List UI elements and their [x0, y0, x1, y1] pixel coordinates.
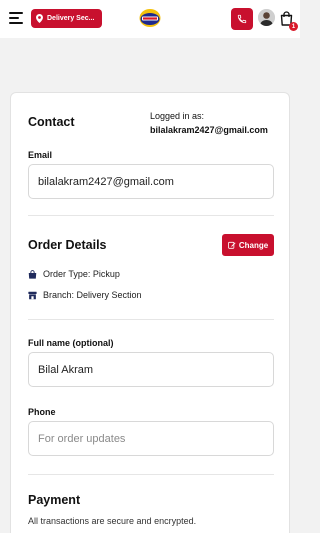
location-label: Delivery Sec... — [47, 15, 95, 22]
change-button-label: Change — [238, 240, 269, 250]
branch-row: Branch: Delivery Section — [28, 290, 142, 300]
cart-count-badge: 1 — [289, 22, 298, 31]
divider — [28, 474, 274, 475]
logged-in-email: bilalakram2427@gmail.com — [150, 125, 268, 135]
contact-title: Contact — [28, 115, 75, 129]
avatar[interactable] — [258, 9, 275, 26]
logged-in-info: Logged in as: bilalakram2427@gmail.com — [150, 109, 268, 137]
phone-label: Phone — [28, 407, 56, 417]
edit-icon — [227, 241, 236, 249]
email-field[interactable] — [28, 164, 274, 199]
logged-in-label: Logged in as: — [150, 111, 205, 121]
change-button[interactable]: Change — [222, 234, 274, 256]
payment-subtitle: All transactions are secure and encrypte… — [28, 516, 197, 526]
fullname-field[interactable] — [28, 352, 274, 387]
email-label: Email — [28, 150, 53, 160]
checkout-card: Contact Logged in as: bilalakram2427@gma… — [10, 92, 290, 533]
shopping-bag-icon — [28, 269, 37, 279]
divider — [28, 319, 274, 320]
fullname-label: Full name (optional) — [28, 338, 114, 348]
phone-icon — [237, 14, 247, 24]
payment-title: Payment — [28, 493, 81, 507]
location-selector[interactable]: Delivery Sec... — [31, 9, 102, 28]
call-button[interactable] — [231, 8, 253, 30]
location-pin-icon — [36, 14, 43, 23]
order-type-row: Order Type: Pickup — [28, 269, 120, 279]
top-navigation-bar: Delivery Sec... 1 — [0, 0, 300, 38]
order-type-text: Order Type: Pickup — [43, 269, 120, 279]
branch-text: Branch: Delivery Section — [43, 290, 142, 300]
order-details-title: Order Details — [28, 238, 107, 252]
divider — [28, 215, 274, 216]
brand-logo[interactable] — [139, 8, 161, 28]
menu-icon[interactable] — [9, 12, 23, 24]
store-icon — [28, 291, 37, 299]
phone-field[interactable] — [28, 421, 274, 456]
